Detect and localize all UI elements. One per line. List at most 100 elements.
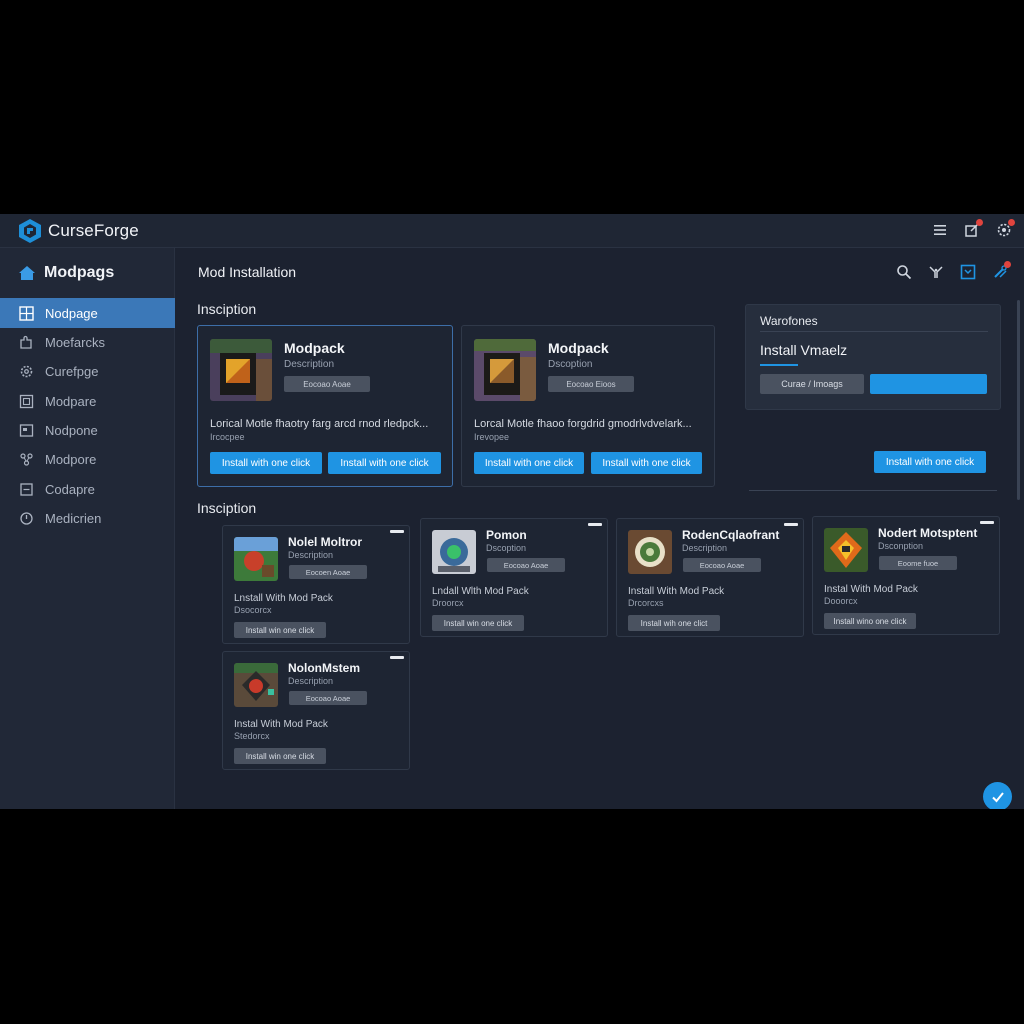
install-button[interactable]: Install with one click <box>328 452 441 474</box>
mod-thumbnail <box>824 528 868 572</box>
brand: CurseForge <box>18 218 139 244</box>
sidebar: Modpags Nodpage Moefarcks Curefpge Modpa… <box>0 248 175 809</box>
modpack-description: Description <box>284 359 335 370</box>
sidebar-item-label: Medicrien <box>45 510 102 526</box>
install-button[interactable]: Install wih one clict <box>628 615 720 631</box>
sidebar-heading: Modpags <box>44 264 115 281</box>
app-window: CurseForge Modpags Nodpage Moefarcks Cur… <box>0 214 1024 809</box>
puzzle-icon <box>18 334 35 351</box>
secondary-button[interactable]: Curae / Imoags <box>760 374 864 394</box>
sidebar-item-modpore[interactable]: Modpore <box>0 445 175 474</box>
sidebar-item-medicrien[interactable]: Medicrien <box>0 504 175 533</box>
mod-summary: Instal With Mod Pack <box>824 584 918 595</box>
title-bar: CurseForge <box>0 214 1024 248</box>
curseforge-logo-icon <box>19 219 41 243</box>
mod-description: Description <box>682 543 728 553</box>
sidebar-item-nodpage[interactable]: Nodpage <box>0 298 175 328</box>
install-button[interactable]: Install with one click <box>210 452 322 474</box>
sidebar-item-modpare[interactable]: Modpare <box>0 387 175 416</box>
mod-card[interactable]: NolonMstem Description Eocoao Aoae Insta… <box>222 651 410 770</box>
sidebar-item-label: Modpore <box>45 452 97 468</box>
floating-action-button[interactable] <box>983 782 1012 809</box>
install-button[interactable]: Install with one click <box>474 452 584 474</box>
mod-tag: Eocoao Aoae <box>289 691 367 705</box>
page-title: Mod Installation <box>198 264 297 280</box>
search-icon[interactable] <box>894 262 914 282</box>
mod-name: Nodert Motsptent <box>878 526 978 540</box>
minimize-icon[interactable] <box>390 656 404 659</box>
menu-icon[interactable] <box>930 220 950 240</box>
modpack-name: Modpack <box>284 340 345 356</box>
mod-subtext: Dooorcx <box>824 596 858 606</box>
mod-tag: Eocoao Aoae <box>487 558 565 572</box>
mod-tag: Eoome fuoe <box>879 556 957 570</box>
scrollbar[interactable] <box>1017 300 1020 500</box>
toolbar-icons <box>894 261 1011 282</box>
mod-card[interactable]: Nodert Motsptent Dsconption Eoome fuoe I… <box>812 516 1000 635</box>
install-panel: Warofones Install Vmaelz Curae / Imoags <box>745 304 1001 410</box>
grid-icon <box>18 305 35 322</box>
main-content: Mod Installation Insciption Modpack Desc… <box>176 248 1024 809</box>
mod-subtext: Drcorcxs <box>628 598 664 608</box>
minimize-icon[interactable] <box>980 521 994 524</box>
mod-summary: Instal With Mod Pack <box>234 719 328 730</box>
mod-summary: Lnstall With Mod Pack <box>234 593 333 604</box>
mod-card[interactable]: Pomon Dscoption Eocoao Aoae Lndall Wlth … <box>420 518 608 637</box>
titlebar-icons <box>930 219 1015 240</box>
sidebar-item-label: Modpare <box>45 393 97 409</box>
minimize-icon[interactable] <box>390 530 404 533</box>
install-button[interactable]: Install win one click <box>234 622 326 638</box>
mod-thumbnail <box>234 663 278 707</box>
mod-card[interactable]: RodenCqlaofrant Description Eocoao Aoae … <box>616 518 804 637</box>
modpack-tag: Eocoao Eioos <box>548 376 634 392</box>
modpack-thumbnail <box>474 339 536 401</box>
install-button[interactable]: Install with one click <box>874 451 986 473</box>
window-icon <box>18 422 35 439</box>
divider <box>760 331 988 332</box>
minimize-icon[interactable] <box>588 523 602 526</box>
edit-icon[interactable] <box>962 219 983 240</box>
featured-modpack-card[interactable]: Modpack Description Eocoao Aoae Lorical … <box>197 325 453 487</box>
nodes-icon <box>18 451 35 468</box>
sidebar-item-label: Codapre <box>45 481 95 497</box>
primary-button[interactable] <box>870 374 987 394</box>
box-icon <box>18 393 35 410</box>
mod-subtext: Dsocorcx <box>234 605 272 615</box>
sidebar-item-codapre[interactable]: Codapre <box>0 474 175 503</box>
home-icon <box>19 266 35 280</box>
mod-thumbnail <box>234 537 278 581</box>
filter-icon[interactable] <box>926 262 946 282</box>
mod-subtext: Stedorcx <box>234 731 270 741</box>
modpack-thumbnail <box>210 339 272 401</box>
gear-icon <box>18 363 35 380</box>
clock-icon <box>18 510 35 527</box>
app-name: CurseForge <box>48 221 139 240</box>
install-button[interactable]: Install wino one click <box>824 613 916 629</box>
download-icon[interactable] <box>958 262 978 282</box>
install-button[interactable]: Install with one click <box>591 452 702 474</box>
mod-card[interactable]: Nolel Moltror Description Eocoen Aoae Ln… <box>222 525 410 644</box>
sidebar-item-label: Moefarcks <box>45 335 105 351</box>
tools-icon[interactable] <box>990 261 1011 282</box>
featured-modpack-card[interactable]: Modpack Dscoption Eocoao Eioos Lorcal Mo… <box>461 325 715 487</box>
mod-thumbnail <box>432 530 476 574</box>
install-button[interactable]: Install win one click <box>234 748 326 764</box>
mod-name: NolonMstem <box>288 661 360 675</box>
minimize-icon[interactable] <box>784 523 798 526</box>
mod-description: Description <box>288 676 334 686</box>
sidebar-item-moefarcks[interactable]: Moefarcks <box>0 328 175 357</box>
divider <box>749 490 997 491</box>
mod-name: Nolel Moltror <box>288 535 362 549</box>
section-title-mods: Insciption <box>197 500 257 516</box>
modpack-summary: Lorical Motle fhaotry farg arcd rnod rle… <box>210 418 429 430</box>
sidebar-item-curefpge[interactable]: Curefpge <box>0 357 175 386</box>
settings-icon[interactable] <box>994 219 1015 240</box>
sidebar-nav: Nodpage Moefarcks Curefpge Modpare Nodpo… <box>0 298 175 533</box>
install-button[interactable]: Install win one click <box>432 615 524 631</box>
panel-title: Warofones <box>760 314 818 328</box>
sidebar-item-nodpone[interactable]: Nodpone <box>0 416 175 445</box>
panel-label: Install Vmaelz <box>760 342 848 358</box>
accent-underline <box>760 364 798 366</box>
mod-description: Dsconption <box>878 541 924 551</box>
sidebar-item-label: Curefpge <box>45 364 99 380</box>
